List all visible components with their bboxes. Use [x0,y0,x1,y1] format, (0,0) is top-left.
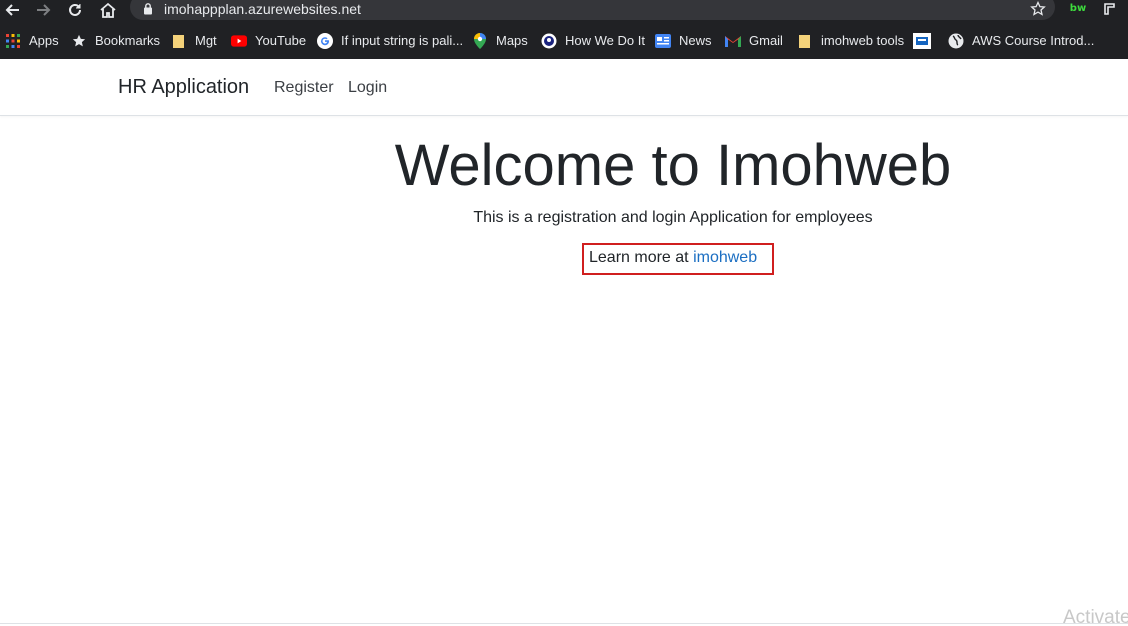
site-navbar: HR Application Register Login [0,59,1128,116]
bookmark-label: imohweb tools [821,33,905,48]
url-text[interactable]: imohappplan.azurewebsites.net [164,0,361,18]
bookmark-label: Apps [29,33,59,48]
imohweb-link[interactable]: imohweb [693,249,757,266]
register-link[interactable]: Register [274,59,334,116]
bookmark-label: Gmail [749,33,783,48]
globe-icon [948,33,964,49]
bookmark-google-search[interactable]: If input string is pali... [317,22,463,59]
forward-arrow-icon [37,4,51,16]
favicon-icon [912,32,932,49]
folder-icon [797,33,813,49]
reload-icon [69,3,81,16]
bookmark-label: How We Do It [565,33,645,48]
page-title: Welcome to Imohweb [394,133,952,198]
bookmark-how-we-do-it[interactable]: How We Do It [541,22,645,59]
youtube-icon [231,33,247,49]
bookmark-label: Maps [496,33,528,48]
bookmark-label: If input string is pali... [341,33,464,48]
bookmark-apps[interactable]: Apps [5,22,59,59]
activate-windows-watermark: Activate [1063,607,1128,626]
maps-pin-icon [472,32,488,49]
back-arrow-icon [5,4,19,16]
bookmark-bookmarks[interactable]: Bookmarks [71,22,160,59]
star-icon [71,33,87,49]
login-link[interactable]: Login [348,59,387,116]
learn-more-prefix: Learn more at [589,249,694,266]
news-icon [655,33,671,49]
bookmark-aws-course[interactable]: AWS Course Introd... [948,22,1094,59]
gmail-icon [725,33,741,49]
bookmark-label: Bookmarks [95,33,161,48]
bookmark-youtube[interactable]: YouTube [231,22,306,59]
lock-icon [144,3,152,15]
home-button[interactable] [98,0,118,20]
bookmark-label: News [679,33,712,48]
brand-link[interactable]: HR Application [118,59,249,116]
bookmark-maps[interactable]: Maps [472,22,528,59]
bookmarks-bar: Apps Bookmarks Mgt YouTube If input stri… [0,22,1128,59]
site-logo-icon [541,33,557,49]
bookmark-imohweb-tools[interactable]: imohweb tools [797,22,904,59]
folder-icon [171,33,187,49]
bookmark-favicon-only[interactable] [912,22,932,59]
home-icon [100,2,116,18]
reload-button[interactable] [66,0,84,20]
forward-button[interactable] [34,0,52,20]
bookmark-mgt[interactable]: Mgt [171,22,217,59]
google-icon [317,32,333,49]
bookmark-gmail[interactable]: Gmail [725,22,783,59]
bitwarden-extension-icon[interactable]: bw [1068,1,1088,17]
back-button[interactable] [4,0,22,20]
learn-more-text: Learn more at imohweb [589,248,757,268]
bookmark-label: AWS Course Introd... [972,33,1095,48]
bookmark-news[interactable]: News [655,22,712,59]
bookmark-label: Mgt [195,33,217,48]
bookmark-label: YouTube [255,33,307,48]
browser-toolbar: imohappplan.azurewebsites.net bw [0,0,1128,22]
page-subtitle: This is a registration and login Applica… [473,209,873,226]
footer-divider [0,623,1128,624]
apps-grid-icon [5,33,21,49]
bookmark-star-icon[interactable] [1030,1,1046,17]
extension-icon[interactable] [1102,1,1118,17]
